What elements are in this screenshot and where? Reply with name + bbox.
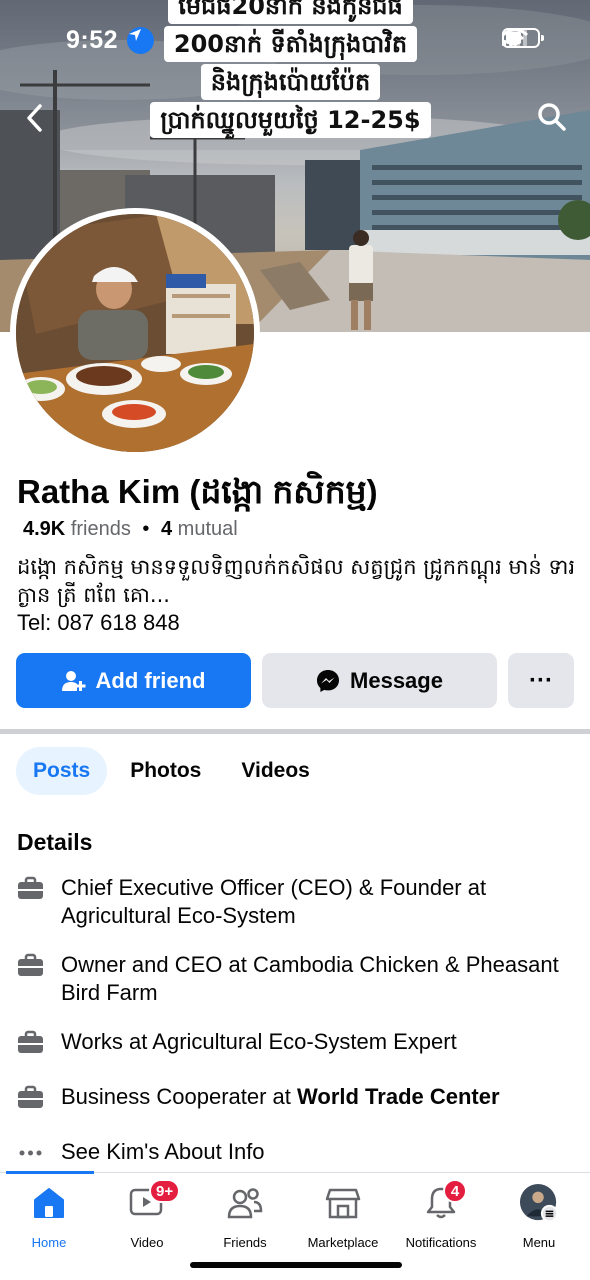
search-button[interactable] <box>536 101 568 133</box>
tab-videos[interactable]: Videos <box>224 747 326 795</box>
status-icons <box>502 28 544 48</box>
cover-caption-line: ប្រាក់ឈ្នួលមួយថ្ងៃ 12-25$ <box>150 102 431 138</box>
menu-avatar-icon <box>519 1183 559 1223</box>
detail-item[interactable]: Owner and CEO at Cambodia Chicken & Phea… <box>17 951 561 1007</box>
briefcase-icon <box>18 876 43 899</box>
nav-home-label: Home <box>31 1235 67 1250</box>
detail-text: Chief Executive Officer (CEO) & Founder … <box>61 875 487 928</box>
detail-text-emphasis[interactable]: World Trade Center <box>297 1084 500 1109</box>
friends-count: 4.9K <box>23 518 66 540</box>
profile-avatar[interactable] <box>10 208 260 458</box>
see-about-info[interactable]: See Kim's About Info <box>17 1138 561 1166</box>
friends-icon <box>227 1188 263 1219</box>
details-heading: Details <box>17 829 93 855</box>
briefcase-icon <box>18 953 43 976</box>
add-friend-button[interactable]: Add friend <box>16 653 251 708</box>
detail-item[interactable]: Business Cooperater at World Trade Cente… <box>17 1083 561 1111</box>
nav-notifications-label: Notifications <box>405 1235 477 1250</box>
profile-stats[interactable]: 4.9K friends • 4 mutual <box>23 518 238 541</box>
briefcase-icon <box>18 1085 43 1108</box>
nav-friends-label: Friends <box>223 1235 267 1250</box>
nav-menu-label: Menu <box>522 1235 556 1250</box>
ellipsis-icon: ··· <box>529 666 553 694</box>
home-icon <box>34 1188 64 1218</box>
messenger-icon <box>317 669 340 692</box>
nav-home[interactable]: Home <box>0 1183 98 1250</box>
video-badge: 9+ <box>149 1179 181 1203</box>
friends-label: friends <box>70 518 131 540</box>
nav-video[interactable]: 9+ Video <box>98 1179 196 1250</box>
message-button[interactable]: Message <box>262 653 497 708</box>
add-friend-icon <box>61 670 85 691</box>
marketplace-icon <box>325 1188 361 1219</box>
nav-marketplace-label: Marketplace <box>307 1235 379 1250</box>
active-tab-indicator <box>6 1171 94 1174</box>
nav-video-label: Video <box>130 1235 164 1250</box>
profile-tabs: Posts Photos Videos <box>16 746 333 796</box>
nav-friends[interactable]: Friends <box>196 1183 294 1250</box>
add-friend-label: Add friend <box>95 667 206 693</box>
mutual-count: 4 <box>160 518 173 540</box>
nav-marketplace[interactable]: Marketplace <box>294 1183 392 1250</box>
home-indicator <box>190 1262 402 1268</box>
nav-menu[interactable]: Menu <box>490 1183 588 1250</box>
back-button[interactable] <box>20 100 52 136</box>
tab-posts[interactable]: Posts <box>16 747 108 795</box>
nav-notifications[interactable]: 4 Notifications <box>392 1179 490 1250</box>
detail-text: Works at Agricultural Eco-System Expert <box>61 1029 457 1054</box>
status-bar: 9:52 <box>0 0 590 80</box>
location-arrow-icon <box>127 27 154 54</box>
notifications-badge: 4 <box>443 1179 467 1203</box>
detail-text: Owner and CEO at Cambodia Chicken & Phea… <box>61 952 559 1005</box>
detail-text: Business Cooperater at World Trade Cente… <box>61 1083 561 1111</box>
tab-photos[interactable]: Photos <box>113 747 218 795</box>
detail-text-prefix: Business Cooperater at <box>61 1084 298 1109</box>
mutual-label: mutual <box>177 518 238 540</box>
avatar-photo <box>16 214 254 452</box>
profile-phone: Tel: 087 618 848 <box>17 610 180 635</box>
stats-separator: • <box>142 518 150 540</box>
profile-name: Ratha Kim (ដង្កោ កសិកម្ម) <box>17 473 378 510</box>
message-label: Message <box>350 667 443 693</box>
detail-item[interactable]: Works at Agricultural Eco-System Expert <box>17 1028 561 1056</box>
briefcase-icon <box>18 1030 43 1053</box>
search-icon <box>538 103 566 131</box>
ellipsis-icon <box>19 1150 42 1156</box>
profile-bio[interactable]: ដង្កោ កសិកម្ម មានទទួលទិញលក់កសិផល សត្វជ្រ… <box>17 553 577 609</box>
section-divider <box>0 729 590 734</box>
battery-icon <box>502 28 544 48</box>
detail-item[interactable]: Chief Executive Officer (CEO) & Founder … <box>17 874 561 930</box>
see-about-info-label: See Kim's About Info <box>61 1139 265 1164</box>
status-time: 9:52 <box>66 26 119 54</box>
more-options-button[interactable]: ··· <box>508 653 574 708</box>
chevron-left-icon <box>27 104 42 132</box>
